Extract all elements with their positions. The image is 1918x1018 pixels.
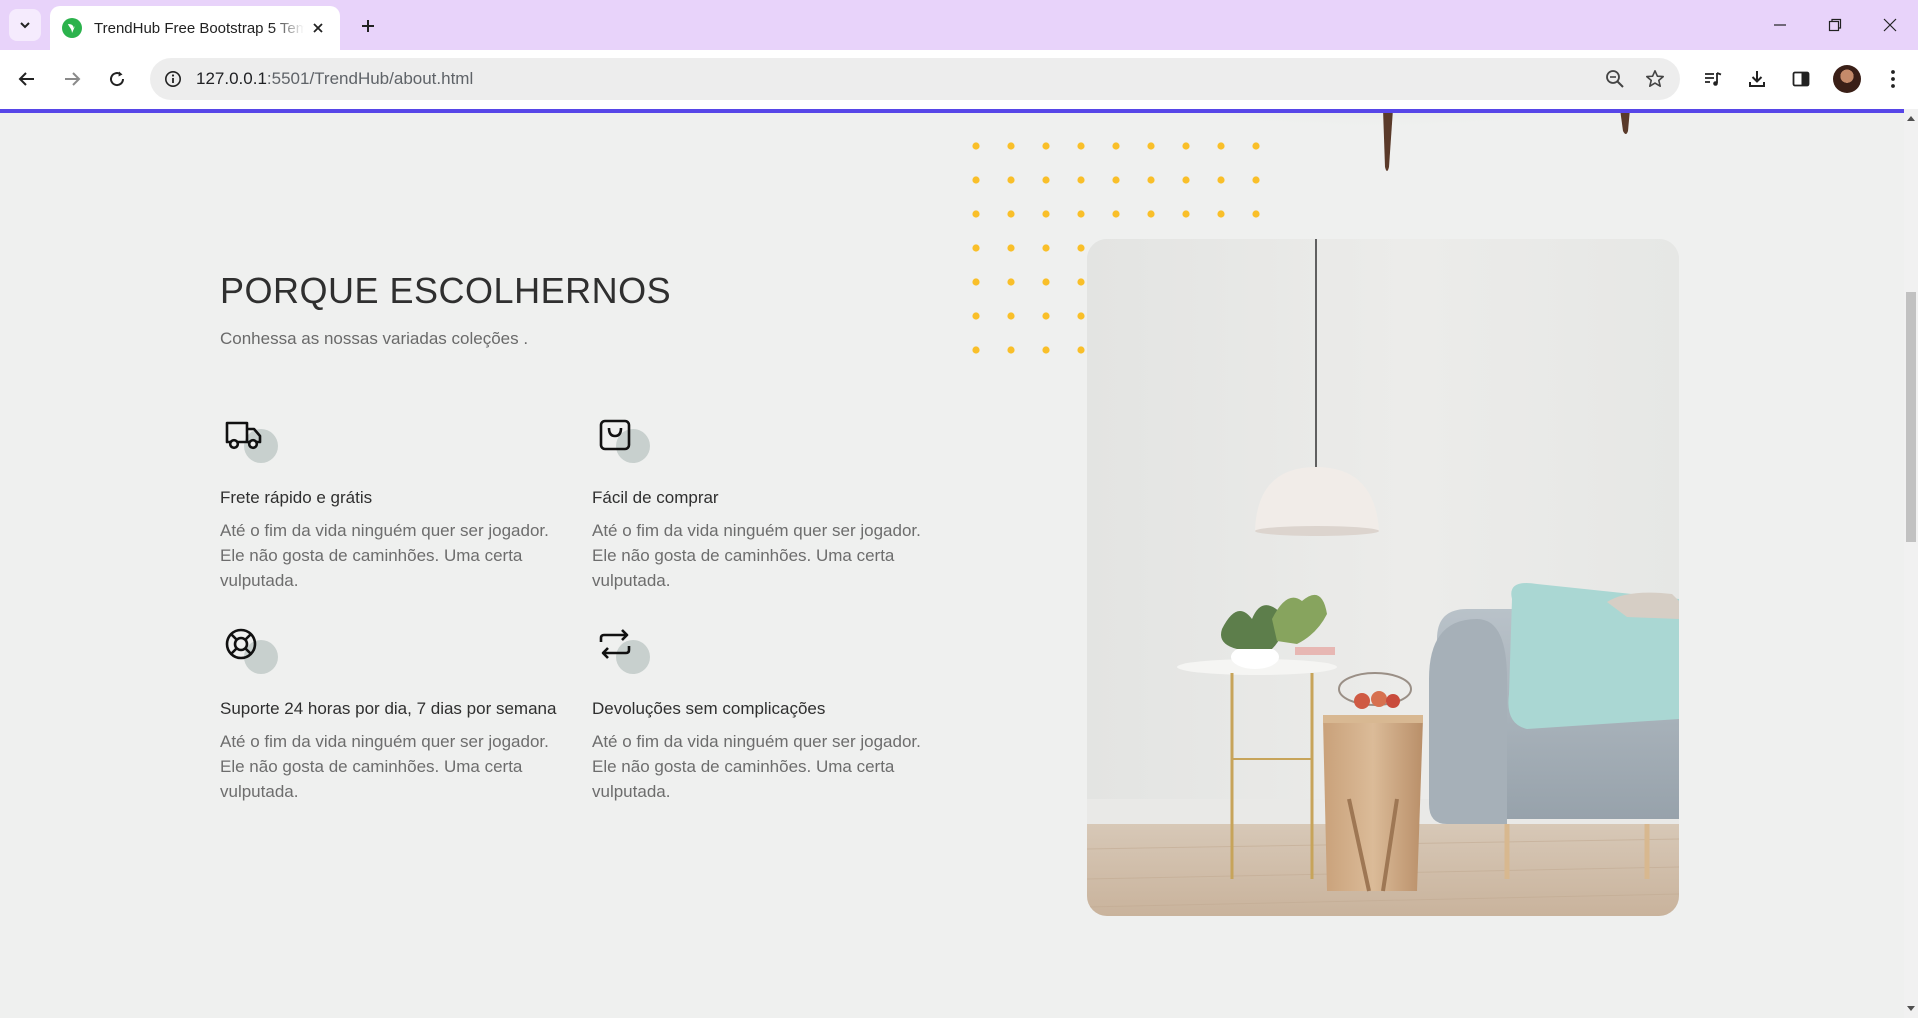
plus-icon [362, 20, 374, 32]
address-bar[interactable]: 127.0.0.1:5501/TrendHub/about.html [150, 58, 1680, 100]
zoom-icon[interactable] [1598, 62, 1632, 96]
kebab-menu-icon [1891, 70, 1895, 88]
restore-button[interactable] [1807, 0, 1862, 50]
feature-title: Suporte 24 horas por dia, 7 dias por sem… [220, 699, 557, 718]
side-panel-icon [1792, 71, 1810, 87]
url-host: 127.0.0.1 [196, 69, 267, 88]
scroll-down-icon[interactable] [1906, 1004, 1916, 1014]
interior-photo [1087, 239, 1679, 916]
tab-search-button[interactable] [9, 9, 41, 41]
truck-icon [225, 421, 262, 450]
feature-description: Até o fim da vida ninguém quer ser jogad… [592, 732, 921, 801]
download-icon [1749, 71, 1765, 87]
tab-close-icon[interactable] [306, 16, 330, 40]
arrow-right-icon [65, 72, 81, 86]
feature-description: Até o fim da vida ninguém quer ser jogad… [220, 732, 549, 801]
feature-title: Frete rápido e grátis [220, 488, 373, 507]
url-text[interactable]: 127.0.0.1:5501/TrendHub/about.html [196, 69, 473, 89]
downloads-button[interactable] [1740, 62, 1774, 96]
feature-title: Devoluções sem complicações [592, 699, 826, 718]
close-window-button[interactable] [1862, 0, 1917, 50]
profile-avatar[interactable] [1833, 65, 1861, 93]
minimize-icon [1773, 24, 1786, 26]
browser-toolbar: 127.0.0.1:5501/TrendHub/about.html [0, 50, 1918, 109]
browser-menu-button[interactable] [1876, 62, 1910, 96]
chevron-down-icon [20, 22, 30, 29]
section-title: PORQUE ESCOLHERNOS [220, 270, 672, 311]
about-page: PORQUE ESCOLHERNOS Conhessa as nossas va… [0, 113, 1904, 1018]
feature-item-support: Suporte 24 horas por dia, 7 dias por sem… [220, 626, 560, 804]
media-control-button[interactable] [1696, 62, 1730, 96]
url-path: :5501/TrendHub/about.html [266, 69, 474, 88]
return-arrows-icon [599, 629, 631, 659]
new-tab-button[interactable] [352, 10, 384, 42]
reload-button[interactable] [100, 62, 134, 96]
shopping-bag-icon [599, 419, 631, 451]
lifebuoy-icon [225, 628, 257, 660]
reload-icon [110, 71, 125, 87]
restore-icon [1828, 18, 1841, 32]
forward-button[interactable] [55, 62, 89, 96]
bookmark-star-icon[interactable] [1638, 62, 1672, 96]
scroll-up-icon[interactable] [1906, 113, 1916, 123]
tab-title: TrendHub Free Bootstrap 5 Template [94, 19, 304, 37]
feature-item-returns: Devoluções sem complicações Até o fim da… [592, 626, 932, 804]
page-scrollbar[interactable] [1904, 109, 1918, 1018]
back-button[interactable] [10, 62, 44, 96]
close-icon [1883, 18, 1896, 32]
minimize-button[interactable] [1752, 0, 1807, 50]
feature-description: Até o fim da vida ninguém quer ser jogad… [592, 521, 921, 590]
feature-item-easy-buy: Fácil de comprar Até o fim da vida ningu… [592, 415, 932, 593]
feature-item-shipping: Frete rápido e grátis Até o fim da vida … [220, 415, 560, 593]
scrollbar-thumb[interactable] [1906, 292, 1916, 542]
section-subtitle: Conhessa as nossas variadas coleções . [220, 329, 529, 348]
leaf-favicon-icon [62, 18, 82, 38]
feature-description: Até o fim da vida ninguém quer ser jogad… [220, 521, 549, 590]
site-info-icon[interactable] [154, 60, 192, 98]
side-panel-button[interactable] [1784, 62, 1818, 96]
browser-tab[interactable]: TrendHub Free Bootstrap 5 Template [50, 6, 340, 50]
arrow-left-icon [18, 72, 34, 86]
media-queue-icon [1705, 72, 1722, 86]
feature-title: Fácil de comprar [592, 488, 719, 507]
browser-tab-bar: TrendHub Free Bootstrap 5 Template [0, 0, 1918, 50]
